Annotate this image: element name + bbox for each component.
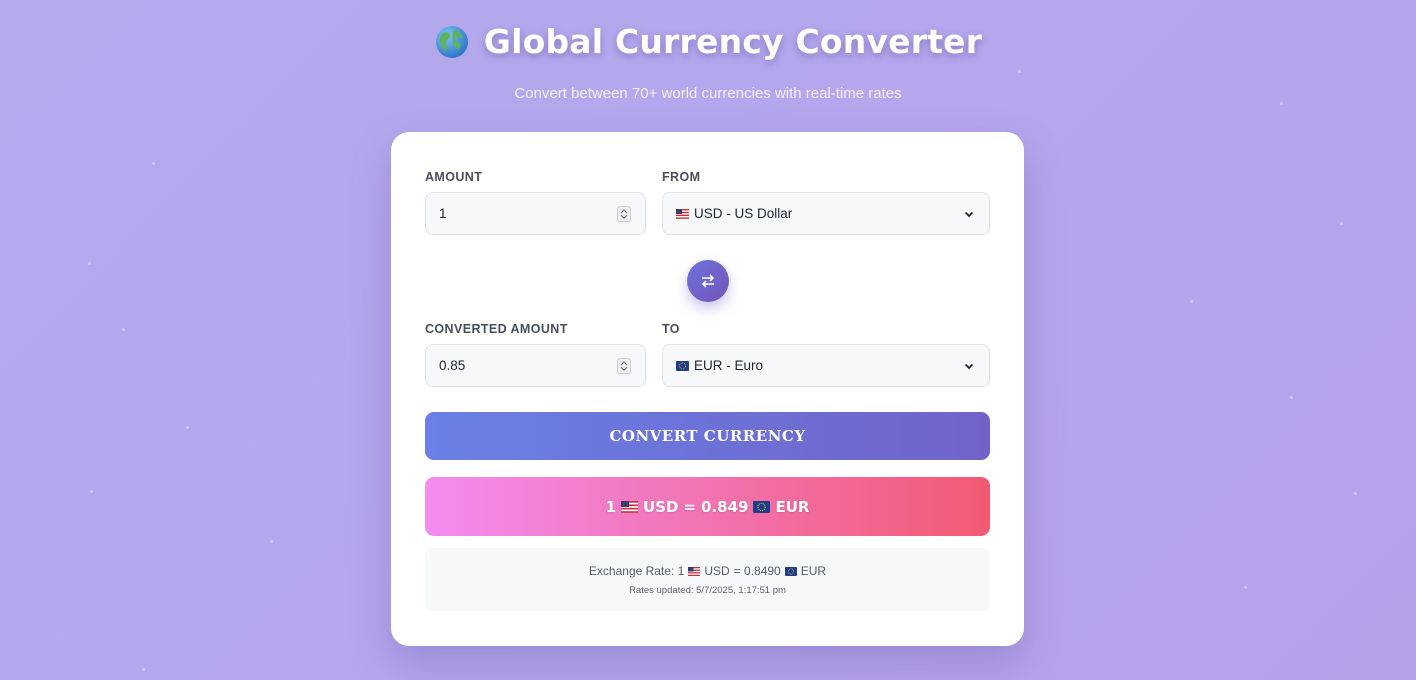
eu-flag-icon (784, 566, 797, 576)
rate-to-code: EUR (800, 564, 827, 578)
page-header: Global Currency Converter Convert betwee… (0, 22, 1416, 102)
to-label: TO (662, 322, 680, 336)
converted-amount-stepper[interactable] (617, 358, 631, 374)
chevron-down-icon (964, 363, 974, 370)
swap-currencies-button[interactable] (687, 260, 729, 302)
result-equals: = (683, 497, 696, 516)
to-currency-value: EUR - Euro (694, 358, 764, 373)
from-currency-value: USD - US Dollar (694, 206, 793, 221)
conversion-result: 1 USD = 0.849 EUR (425, 477, 990, 536)
amount-stepper[interactable] (617, 206, 631, 222)
page-title: Global Currency Converter (434, 22, 982, 61)
to-currency-select[interactable]: EUR - Euro (662, 344, 990, 387)
us-flag-icon (688, 566, 701, 576)
page-subtitle: Convert between 70+ world currencies wit… (514, 84, 902, 102)
from-label: FROM (662, 170, 701, 184)
title-text: Global Currency Converter (483, 22, 983, 61)
stepper-icon (620, 209, 628, 219)
amount-input[interactable]: 1 (425, 192, 646, 235)
converted-amount-value: 0.85 (439, 358, 466, 373)
convert-currency-button[interactable]: CONVERT CURRENCY (425, 412, 990, 460)
eu-flag-icon (753, 500, 771, 513)
converted-amount-input[interactable]: 0.85 (425, 344, 646, 387)
rate-prefix: Exchange Rate: 1 (588, 564, 685, 578)
result-from-code: USD (642, 497, 679, 516)
us-flag-icon (676, 208, 689, 219)
converted-amount-label: CONVERTED AMOUNT (425, 322, 568, 336)
amount-label: AMOUNT (425, 170, 483, 184)
result-to-code: EUR (775, 497, 810, 516)
globe-icon (435, 25, 468, 58)
stepper-icon (620, 361, 628, 371)
exchange-rate-info: Exchange Rate: 1 USD = 0.8490 EUR Rates … (425, 548, 990, 611)
amount-value: 1 (439, 206, 447, 221)
rate-from-code: USD (704, 564, 730, 578)
us-flag-icon (620, 500, 638, 513)
rates-updated-timestamp: Rates updated: 5/7/2025, 1:17:51 pm (629, 585, 786, 596)
chevron-down-icon (964, 211, 974, 218)
result-amount: 1 (605, 497, 616, 516)
eu-flag-icon (676, 360, 689, 371)
from-currency-select[interactable]: USD - US Dollar (662, 192, 990, 235)
converter-card: AMOUNT 1 FROM USD - US Dollar CONVERTED … (391, 132, 1024, 646)
exchange-rate-line: Exchange Rate: 1 USD = 0.8490 EUR (425, 564, 990, 578)
swap-icon (701, 274, 715, 288)
rate-equals: = 0.8490 (733, 564, 781, 578)
result-value: 0.849 (701, 497, 749, 516)
